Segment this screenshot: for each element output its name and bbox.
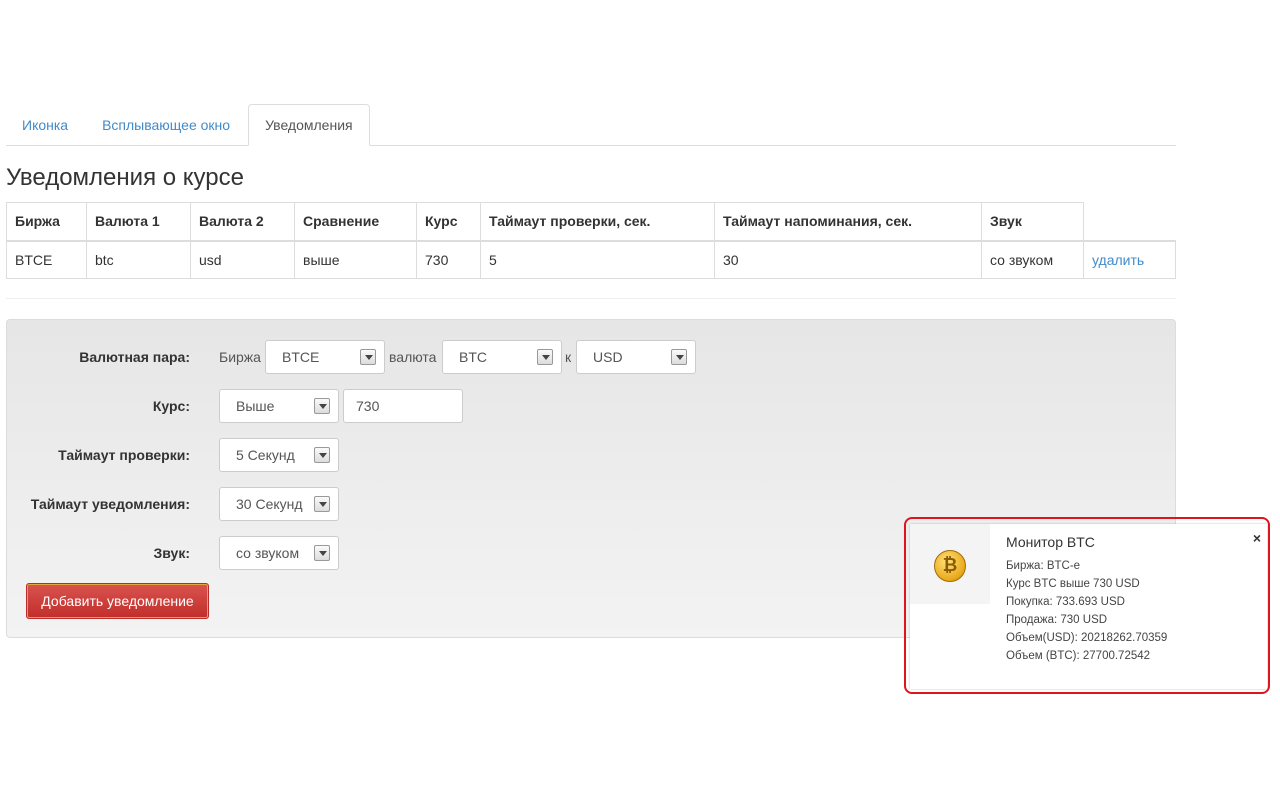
- tab-notifications[interactable]: Уведомления: [248, 104, 370, 146]
- options-page: Иконка Всплывающее окно Уведомления Увед…: [0, 0, 1280, 800]
- cell-rate: 730: [416, 240, 481, 279]
- cell-exchange: BTCE: [6, 240, 87, 279]
- exchange-select-value: BTCE: [282, 349, 320, 365]
- compare-select[interactable]: Выше: [219, 389, 339, 423]
- col-header-rate: Курс: [416, 202, 481, 242]
- col-header-check-timeout: Таймаут проверки, сек.: [480, 202, 715, 242]
- check-timeout-label: Таймаут проверки:: [58, 447, 190, 463]
- notify-timeout-label: Таймаут уведомления:: [30, 496, 190, 512]
- tab-icon[interactable]: Иконка: [6, 104, 84, 146]
- col-header-sound: Звук: [981, 202, 1084, 242]
- notify-timeout-select[interactable]: 30 Секунд: [219, 487, 339, 521]
- currency2-select[interactable]: USD: [576, 340, 696, 374]
- chevron-down-icon: [537, 349, 553, 365]
- section-title: Уведомления о курсе: [6, 164, 244, 191]
- rate-label: Курс:: [152, 398, 190, 414]
- exchange-text: Биржа: [219, 349, 261, 365]
- col-header-comparison: Сравнение: [294, 202, 417, 242]
- chevron-down-icon: [314, 545, 330, 561]
- currency1-select-value: BTC: [459, 349, 487, 365]
- table-header-row: Биржа Валюта 1 Валюта 2 Сравнение Курс Т…: [6, 202, 1176, 242]
- notification-highlight-frame: [904, 517, 1270, 694]
- chevron-down-icon: [314, 398, 330, 414]
- rate-input[interactable]: 730: [343, 389, 463, 423]
- cell-currency2: usd: [190, 240, 295, 279]
- chevron-down-icon: [314, 447, 330, 463]
- tab-popup[interactable]: Всплывающее окно: [86, 104, 246, 146]
- currency2-select-value: USD: [593, 349, 623, 365]
- sound-select[interactable]: со звуком: [219, 536, 339, 570]
- chevron-down-icon: [314, 496, 330, 512]
- delete-link[interactable]: удалить: [1092, 252, 1144, 268]
- col-header-currency1: Валюта 1: [86, 202, 191, 242]
- cell-comparison: выше: [294, 240, 417, 279]
- divider: [6, 298, 1176, 299]
- cell-check-timeout: 5: [480, 240, 715, 279]
- col-header-currency2: Валюта 2: [190, 202, 295, 242]
- check-timeout-select[interactable]: 5 Секунд: [219, 438, 339, 472]
- cell-sound: со звуком: [981, 240, 1084, 279]
- col-header-exchange: Биржа: [6, 202, 87, 242]
- sound-select-value: со звуком: [236, 545, 300, 561]
- notify-timeout-select-value: 30 Секунд: [236, 496, 303, 512]
- alerts-table: Биржа Валюта 1 Валюта 2 Сравнение Курс Т…: [6, 202, 1176, 279]
- chevron-down-icon: [671, 349, 687, 365]
- currency1-select[interactable]: BTC: [442, 340, 562, 374]
- tab-bar: Иконка Всплывающее окно Уведомления: [6, 104, 1176, 146]
- sound-label: Звук:: [153, 545, 190, 561]
- pair-label: Валютная пара:: [79, 349, 190, 365]
- cell-currency1: btc: [86, 240, 191, 279]
- col-header-action: [1083, 202, 1176, 242]
- add-alert-button[interactable]: Добавить уведомление: [26, 583, 209, 619]
- check-timeout-select-value: 5 Секунд: [236, 447, 295, 463]
- col-header-remind-timeout: Таймаут напоминания, сек.: [714, 202, 982, 242]
- table-row: BTCE btc usd выше 730 5 30 со звуком уда…: [6, 240, 1176, 279]
- cell-action: удалить: [1083, 240, 1176, 279]
- compare-select-value: Выше: [236, 398, 275, 414]
- to-text: к: [565, 349, 572, 365]
- exchange-select[interactable]: BTCE: [265, 340, 385, 374]
- currency-text: валюта: [389, 349, 437, 365]
- chevron-down-icon: [360, 349, 376, 365]
- cell-remind-timeout: 30: [714, 240, 982, 279]
